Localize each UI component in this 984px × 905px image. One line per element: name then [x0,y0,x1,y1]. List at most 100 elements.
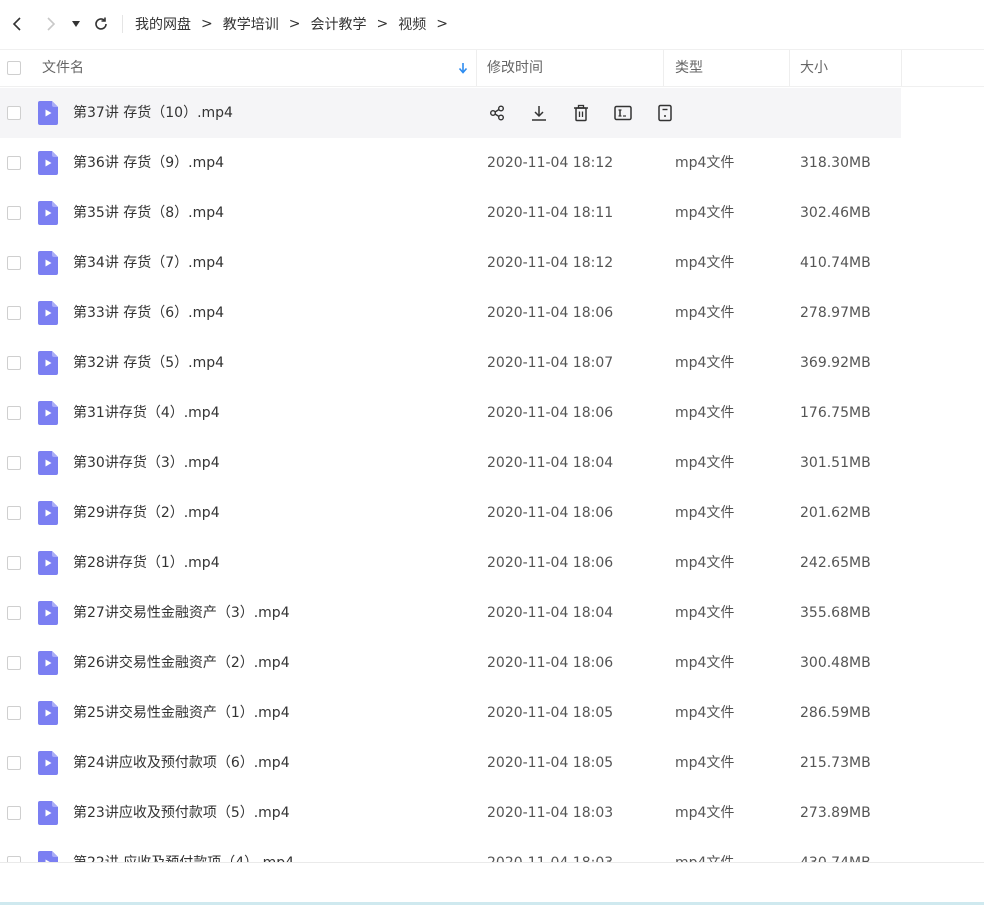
file-row[interactable]: 第27讲交易性金融资产（3）.mp4 2020-11-04 18:04 mp4文件 3… [0,588,984,638]
row-checkbox[interactable] [7,606,21,620]
row-checkbox[interactable] [7,406,21,420]
delete-button[interactable] [571,103,591,123]
column-header-modified[interactable]: 修改时间 [487,50,543,86]
breadcrumb-item[interactable]: 视频 [398,14,426,34]
row-checkbox[interactable] [7,556,21,570]
file-name[interactable]: 第37讲 存货（10）.mp4 [73,88,233,138]
row-checkbox[interactable] [7,756,21,770]
video-file-icon [38,251,58,275]
file-row[interactable]: 第34讲 存货（7）.mp4 2020-11-04 18:12 mp4文件 410.7… [0,238,984,288]
column-header-size[interactable]: 大小 [800,50,828,86]
file-name[interactable]: 第36讲 存货（9）.mp4 [73,138,224,188]
file-row[interactable]: 第25讲交易性金融资产（1）.mp4 2020-11-04 18:05 mp4文件 2… [0,688,984,738]
row-checkbox[interactable] [7,206,21,220]
file-modified-time: 2020-11-04 18:05 [487,755,614,771]
file-name[interactable]: 第23讲应收及预付款项（5）.mp4 [73,788,290,838]
rename-button[interactable] [613,103,633,123]
file-row[interactable]: 第36讲 存货（9）.mp4 2020-11-04 18:12 mp4文件 318.3… [0,138,984,188]
file-row[interactable]: 第32讲 存货（5）.mp4 2020-11-04 18:07 mp4文件 369.9… [0,338,984,388]
breadcrumb-item[interactable]: 我的网盘 [135,14,191,34]
select-all-checkbox[interactable] [7,61,21,75]
file-row[interactable]: 第22讲 应收及预付款项（4）.mp4 2020-11-04 18:03 mp4文件… [0,838,984,862]
history-dropdown-button[interactable] [68,11,84,37]
file-modified-time: 2020-11-04 18:07 [487,355,614,371]
column-header-name[interactable]: 文件名 [42,50,84,86]
breadcrumb: 我的网盘 > 教学培训 > 会计教学 > 视频 > [135,14,458,34]
breadcrumb-separator: > [376,16,389,32]
file-row[interactable]: 第23讲应收及预付款项（5）.mp4 2020-11-04 18:03 mp4文件 2… [0,788,984,838]
file-name[interactable]: 第24讲应收及预付款项（6）.mp4 [73,738,290,788]
column-divider[interactable] [789,50,790,86]
more-button[interactable] [655,103,675,123]
download-button[interactable] [529,103,549,123]
file-row[interactable]: 第26讲交易性金融资产（2）.mp4 2020-11-04 18:06 mp4文件 3… [0,638,984,688]
row-checkbox[interactable] [7,156,21,170]
file-row[interactable]: 第35讲 存货（8）.mp4 2020-11-04 18:11 mp4文件 302.4… [0,188,984,238]
file-size: 318.30MB [800,155,871,171]
file-name[interactable]: 第32讲 存货（5）.mp4 [73,338,224,388]
file-modified-time: 2020-11-04 18:04 [487,605,614,621]
file-type: mp4文件 [675,605,735,621]
column-divider[interactable] [901,50,902,86]
file-name[interactable]: 第33讲 存货（6）.mp4 [73,288,224,338]
file-name[interactable]: 第22讲 应收及预付款项（4）.mp4 [73,838,294,862]
share-button[interactable] [487,103,507,123]
file-name[interactable]: 第34讲 存货（7）.mp4 [73,238,224,288]
file-name[interactable]: 第27讲交易性金融资产（3）.mp4 [73,588,290,638]
file-type: mp4文件 [675,305,735,321]
file-type: mp4文件 [675,755,735,771]
row-checkbox[interactable] [7,306,21,320]
file-type: mp4文件 [675,255,735,271]
row-checkbox[interactable] [7,456,21,470]
video-file-icon [38,651,58,675]
breadcrumb-item[interactable]: 会计教学 [310,14,366,34]
caret-down-icon [72,21,80,27]
row-checkbox[interactable] [7,706,21,720]
column-divider[interactable] [476,50,477,86]
file-modified-time: 2020-11-04 18:06 [487,505,614,521]
file-row[interactable]: 第30讲存货（3）.mp4 2020-11-04 18:04 mp4文件 301.51… [0,438,984,488]
file-size: 369.92MB [800,355,871,371]
file-type: mp4文件 [675,405,735,421]
file-size: 201.62MB [800,505,871,521]
file-modified-time: 2020-11-04 18:12 [487,255,614,271]
file-size: 286.59MB [800,705,871,721]
file-name[interactable]: 第29讲存货（2）.mp4 [73,488,220,538]
forward-button[interactable] [38,11,64,37]
refresh-button[interactable] [88,11,114,37]
file-name[interactable]: 第30讲存货（3）.mp4 [73,438,220,488]
toolbar: 我的网盘 > 教学培训 > 会计教学 > 视频 > [0,0,984,48]
row-checkbox[interactable] [7,506,21,520]
row-checkbox[interactable] [7,256,21,270]
file-modified-time: 2020-11-04 18:03 [487,805,614,821]
column-header-type[interactable]: 类型 [675,50,703,86]
file-name[interactable]: 第26讲交易性金融资产（2）.mp4 [73,638,290,688]
file-name[interactable]: 第31讲存货（4）.mp4 [73,388,220,438]
share-icon [489,105,505,121]
file-size: 302.46MB [800,205,871,221]
column-divider[interactable] [663,50,664,86]
file-type: mp4文件 [675,805,735,821]
file-row[interactable]: 第37讲 存货（10）.mp4 [0,88,901,138]
sort-down-arrow-icon[interactable] [458,62,468,74]
file-name[interactable]: 第28讲存货（1）.mp4 [73,538,220,588]
row-checkbox[interactable] [7,806,21,820]
row-checkbox[interactable] [7,356,21,370]
row-checkbox[interactable] [7,106,21,120]
video-file-icon [38,601,58,625]
file-size: 273.89MB [800,805,871,821]
back-button[interactable] [4,11,30,37]
file-size: 278.97MB [800,305,871,321]
file-name[interactable]: 第35讲 存货（8）.mp4 [73,188,224,238]
row-checkbox[interactable] [7,656,21,670]
file-row[interactable]: 第24讲应收及预付款项（6）.mp4 2020-11-04 18:05 mp4文件 2… [0,738,984,788]
file-row[interactable]: 第28讲存货（1）.mp4 2020-11-04 18:06 mp4文件 242.65… [0,538,984,588]
video-file-icon [38,851,58,862]
file-name[interactable]: 第25讲交易性金融资产（1）.mp4 [73,688,290,738]
video-file-icon [38,701,58,725]
file-row[interactable]: 第31讲存货（4）.mp4 2020-11-04 18:06 mp4文件 176.75… [0,388,984,438]
file-row[interactable]: 第33讲 存货（6）.mp4 2020-11-04 18:06 mp4文件 278.9… [0,288,984,338]
breadcrumb-item[interactable]: 教学培训 [223,14,279,34]
file-size: 242.65MB [800,555,871,571]
file-row[interactable]: 第29讲存货（2）.mp4 2020-11-04 18:06 mp4文件 201.62… [0,488,984,538]
